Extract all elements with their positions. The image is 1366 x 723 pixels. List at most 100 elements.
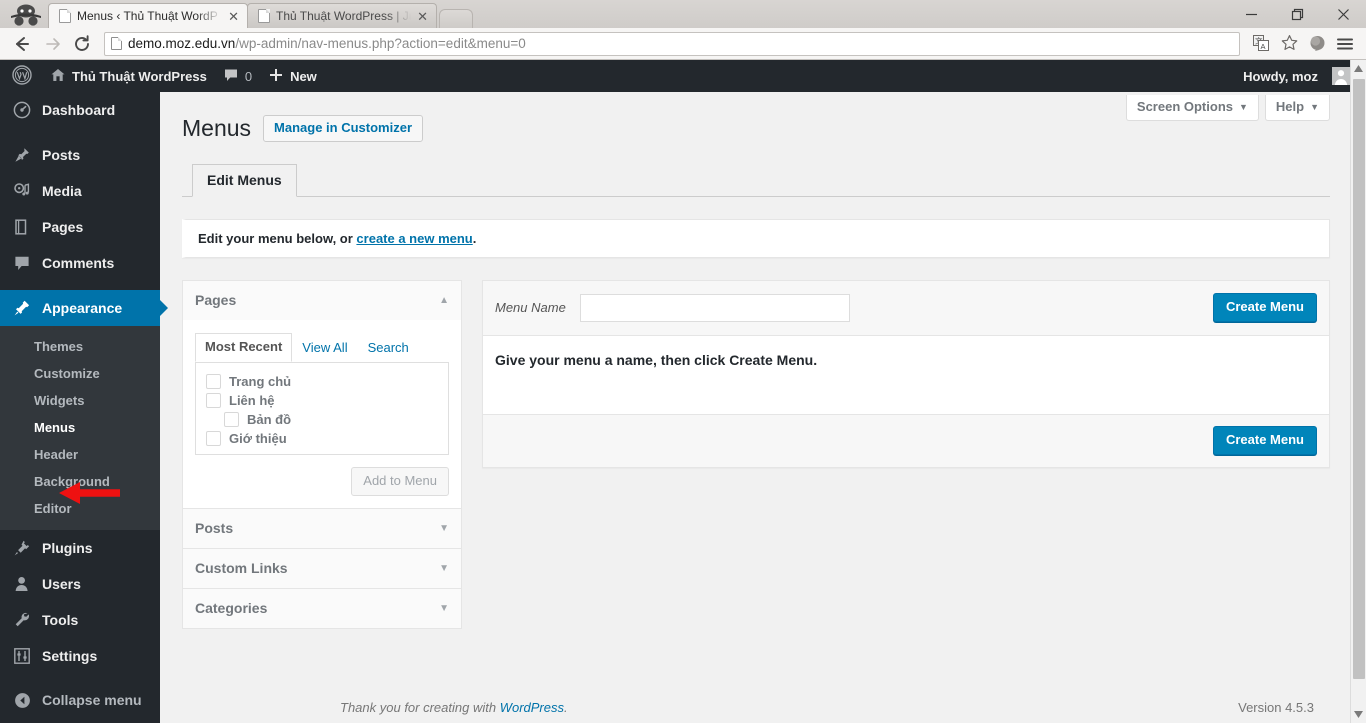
scrollbar-track[interactable]: [1351, 77, 1366, 706]
back-button[interactable]: [8, 30, 36, 58]
manage-in-customizer-button[interactable]: Manage in Customizer: [263, 115, 424, 142]
chevron-down-icon[interactable]: ▼: [439, 523, 449, 534]
sidebar-item-users[interactable]: Users: [0, 566, 160, 602]
svg-text:A: A: [1260, 42, 1265, 51]
checkbox[interactable]: [224, 412, 239, 427]
my-account-menu-item[interactable]: Howdy, moz: [1235, 60, 1358, 92]
window-minimize-button[interactable]: [1228, 0, 1274, 28]
accordion-header-pages[interactable]: Pages ▲: [183, 281, 461, 320]
accordion-header-custom-links[interactable]: Custom Links ▼: [183, 549, 461, 588]
wordpress-link[interactable]: WordPress: [500, 700, 564, 715]
sidebar-item-comments[interactable]: Comments: [0, 245, 160, 281]
window-maximize-button[interactable]: [1274, 0, 1320, 28]
sidebar-subitem-background[interactable]: Background: [0, 468, 160, 495]
checkbox[interactable]: [206, 393, 221, 408]
window-close-button[interactable]: [1320, 0, 1366, 28]
tab-favicon-icon: [59, 9, 71, 23]
checkbox[interactable]: [206, 431, 221, 446]
menu-editor-body: Give your menu a name, then click Create…: [483, 336, 1329, 414]
menu-settings-accordion: Pages ▲ Most Recent View All Search Tran…: [182, 280, 462, 629]
create-a-new-menu-link[interactable]: create a new menu: [356, 231, 472, 246]
sidebar-subitem-menus[interactable]: Menus: [0, 414, 160, 441]
menu-name-label: Menu Name: [495, 299, 566, 315]
notice-suffix: .: [472, 231, 477, 246]
sidebar-item-label: Media: [42, 183, 82, 199]
sidebar-item-media[interactable]: Media: [0, 173, 160, 209]
sidebar-item-dashboard[interactable]: Dashboard: [0, 92, 160, 128]
list-item[interactable]: Trang chủ: [206, 373, 438, 392]
reload-button[interactable]: [68, 30, 96, 58]
accordion-header-posts[interactable]: Posts ▼: [183, 509, 461, 548]
accordion-panel-pages: Pages ▲ Most Recent View All Search Tran…: [182, 280, 462, 509]
list-item[interactable]: Bản đồ: [206, 411, 438, 430]
sidebar-item-appearance[interactable]: Appearance: [0, 290, 168, 326]
accordion-panel-categories: Categories ▼: [182, 589, 462, 629]
sidebar-item-label: Plugins: [42, 540, 93, 556]
window-controls: [1228, 0, 1366, 28]
comments-icon: [12, 254, 32, 272]
sidebar-item-label: Appearance: [42, 300, 123, 316]
sidebar-subitem-customize[interactable]: Customize: [0, 360, 160, 387]
new-tab-button[interactable]: [439, 9, 473, 28]
tab-search[interactable]: Search: [358, 334, 419, 362]
sidebar-item-posts[interactable]: Posts: [0, 137, 160, 173]
page-title: Menus: [182, 115, 252, 141]
settings-sliders-icon: [12, 647, 32, 665]
tab-view-all[interactable]: View All: [292, 334, 357, 362]
page-info-icon[interactable]: [111, 37, 122, 50]
create-menu-button-bottom[interactable]: Create Menu: [1212, 426, 1317, 455]
sidebar-item-plugins[interactable]: Plugins: [0, 530, 160, 566]
chevron-down-icon[interactable]: ▼: [439, 563, 449, 574]
chrome-menu-icon[interactable]: [1332, 31, 1358, 57]
sidebar-subitem-editor[interactable]: Editor: [0, 495, 160, 522]
wp-logo-menu-item[interactable]: [0, 60, 42, 92]
comments-menu-item[interactable]: 0: [215, 60, 260, 92]
menu-name-input[interactable]: [579, 293, 850, 322]
footer-thanks-suffix: .: [564, 700, 568, 715]
sidebar-item-pages[interactable]: Pages: [0, 209, 160, 245]
wordpress-logo-icon: [12, 64, 32, 88]
scroll-up-arrow-icon[interactable]: [1351, 60, 1366, 77]
tab-close-icon[interactable]: ✕: [417, 10, 428, 23]
browser-tab-active[interactable]: Menus ‹ Thủ Thuật WordP ✕: [48, 3, 248, 28]
page-scrollbar[interactable]: [1350, 60, 1366, 723]
nav-tab-wrapper: Edit Menus: [182, 163, 1330, 197]
sidebar-subitem-header[interactable]: Header: [0, 441, 160, 468]
profile-icon[interactable]: [1304, 31, 1330, 57]
list-item-label: Giớ thiệu: [229, 431, 287, 446]
forward-button[interactable]: [38, 30, 66, 58]
accordion-panel-posts: Posts ▼: [182, 509, 462, 549]
accordion-header-categories[interactable]: Categories ▼: [183, 589, 461, 628]
chevron-up-icon[interactable]: ▲: [439, 295, 449, 306]
list-item[interactable]: Liên hệ: [206, 392, 438, 411]
translate-icon[interactable]: 文 A: [1248, 31, 1274, 57]
tools-wrench-icon: [12, 611, 32, 629]
sidebar-item-tools[interactable]: Tools: [0, 602, 160, 638]
accordion-body-pages: Most Recent View All Search Trang chủ Li…: [183, 320, 461, 508]
menu-editor: Menu Name Create Menu Give your menu a n…: [482, 280, 1330, 468]
chevron-down-icon[interactable]: ▼: [439, 603, 449, 614]
sidebar-item-label: Pages: [42, 219, 84, 235]
sidebar-collapse-button[interactable]: Collapse menu: [0, 682, 160, 718]
pages-icon: [12, 218, 32, 236]
site-name-menu-item[interactable]: Thủ Thuật WordPress: [42, 60, 215, 92]
checkbox[interactable]: [206, 374, 221, 389]
browser-toolbar: demo.moz.edu.vn/wp-admin/nav-menus.php?a…: [0, 28, 1366, 60]
sidebar-subitem-themes[interactable]: Themes: [0, 333, 160, 360]
admin-bar-right: Howdy, moz: [1235, 60, 1366, 92]
tab-most-recent[interactable]: Most Recent: [195, 333, 293, 362]
sidebar-subitem-widgets[interactable]: Widgets: [0, 387, 160, 414]
tab-edit-menus[interactable]: Edit Menus: [192, 164, 297, 197]
scroll-down-arrow-icon[interactable]: [1351, 706, 1366, 723]
address-bar[interactable]: demo.moz.edu.vn/wp-admin/nav-menus.php?a…: [104, 31, 1240, 56]
sidebar-item-settings[interactable]: Settings: [0, 638, 160, 674]
scrollbar-thumb[interactable]: [1353, 79, 1365, 679]
tab-close-icon[interactable]: ✕: [228, 10, 239, 23]
add-to-menu-button[interactable]: Add to Menu: [351, 467, 449, 496]
new-content-menu-item[interactable]: New: [260, 60, 325, 92]
create-menu-button-top[interactable]: Create Menu: [1212, 293, 1317, 322]
media-icon: [12, 182, 32, 200]
browser-tab-inactive[interactable]: Thủ Thuật WordPress | Jus ✕: [247, 3, 437, 28]
list-item[interactable]: Giớ thiệu: [206, 430, 438, 449]
bookmark-star-icon[interactable]: [1276, 31, 1302, 57]
